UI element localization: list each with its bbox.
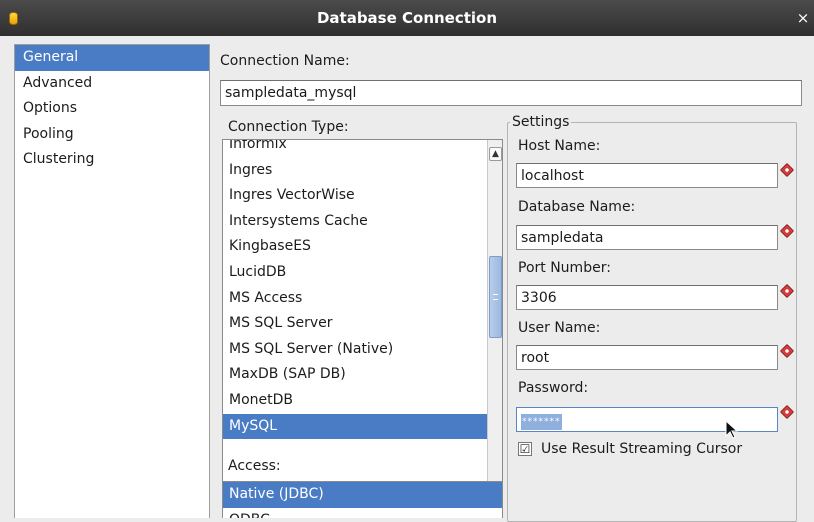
connection-type-item[interactable]: MySQL bbox=[223, 413, 487, 440]
sidebar-nav: General Advanced Options Pooling Cluster… bbox=[14, 44, 210, 518]
database-name-input[interactable]: sampledata bbox=[516, 225, 778, 250]
title-bar: Database Connection × bbox=[0, 0, 814, 36]
access-label: Access: bbox=[228, 458, 281, 474]
connection-type-item[interactable]: Ingres VectorWise bbox=[223, 183, 487, 209]
access-type-item[interactable]: Native (JDBC) bbox=[223, 482, 502, 508]
streaming-cursor-checkbox[interactable]: ☑ bbox=[518, 442, 532, 456]
port-number-input[interactable]: 3306 bbox=[516, 285, 778, 310]
close-icon[interactable]: × bbox=[796, 11, 810, 26]
access-type-item[interactable]: ODBC bbox=[223, 508, 502, 518]
user-name-input[interactable]: root bbox=[516, 345, 778, 370]
connection-type-item[interactable]: MS SQL Server bbox=[223, 311, 487, 337]
port-number-label: Port Number: bbox=[518, 260, 611, 276]
password-value: ******* bbox=[521, 414, 562, 430]
connection-type-item[interactable]: MS SQL Server (Native) bbox=[223, 337, 487, 363]
connection-name-input[interactable]: sampledata_mysql bbox=[220, 80, 802, 106]
connection-type-item[interactable]: LucidDB bbox=[223, 260, 487, 286]
connection-type-label: Connection Type: bbox=[228, 119, 349, 135]
sidebar-item-options[interactable]: Options bbox=[15, 96, 209, 122]
connection-type-item[interactable]: KingbaseES bbox=[223, 234, 487, 260]
connection-type-scrollbar[interactable]: ▲ ▼ bbox=[487, 140, 502, 498]
user-name-label: User Name: bbox=[518, 320, 601, 336]
scroll-thumb[interactable] bbox=[489, 256, 502, 338]
sidebar-item-clustering[interactable]: Clustering bbox=[15, 147, 209, 173]
sidebar-item-advanced[interactable]: Advanced bbox=[15, 71, 209, 97]
window-title: Database Connection bbox=[316, 9, 498, 27]
connection-type-item[interactable]: Ingres bbox=[223, 158, 487, 184]
connection-type-item[interactable]: MS Access bbox=[223, 286, 487, 312]
database-name-label: Database Name: bbox=[518, 199, 636, 215]
sidebar-item-pooling[interactable]: Pooling bbox=[15, 122, 209, 148]
connection-type-item[interactable]: Intersystems Cache bbox=[223, 209, 487, 235]
chevron-up-icon[interactable]: ▲ bbox=[489, 147, 502, 161]
connection-type-item[interactable]: Informix bbox=[223, 140, 487, 158]
general-panel: Connection Name: sampledata_mysql Connec… bbox=[210, 44, 814, 522]
password-label: Password: bbox=[518, 380, 589, 396]
sidebar-item-general[interactable]: General bbox=[15, 45, 209, 71]
connection-name-label: Connection Name: bbox=[220, 53, 350, 69]
access-list[interactable]: Native (JDBC)ODBC bbox=[222, 481, 503, 518]
host-name-label: Host Name: bbox=[518, 138, 601, 154]
host-name-input[interactable]: localhost bbox=[516, 163, 778, 188]
connection-type-item[interactable]: MonetDB bbox=[223, 388, 487, 414]
settings-legend: Settings bbox=[510, 114, 572, 130]
connection-type-item[interactable]: MaxDB (SAP DB) bbox=[223, 362, 487, 388]
mouse-pointer-icon bbox=[725, 420, 739, 439]
connection-type-list[interactable]: Informix Ingres Ingres VectorWise Intersyst… bbox=[222, 139, 503, 499]
streaming-cursor-label: Use Result Streaming Cursor bbox=[541, 441, 743, 457]
